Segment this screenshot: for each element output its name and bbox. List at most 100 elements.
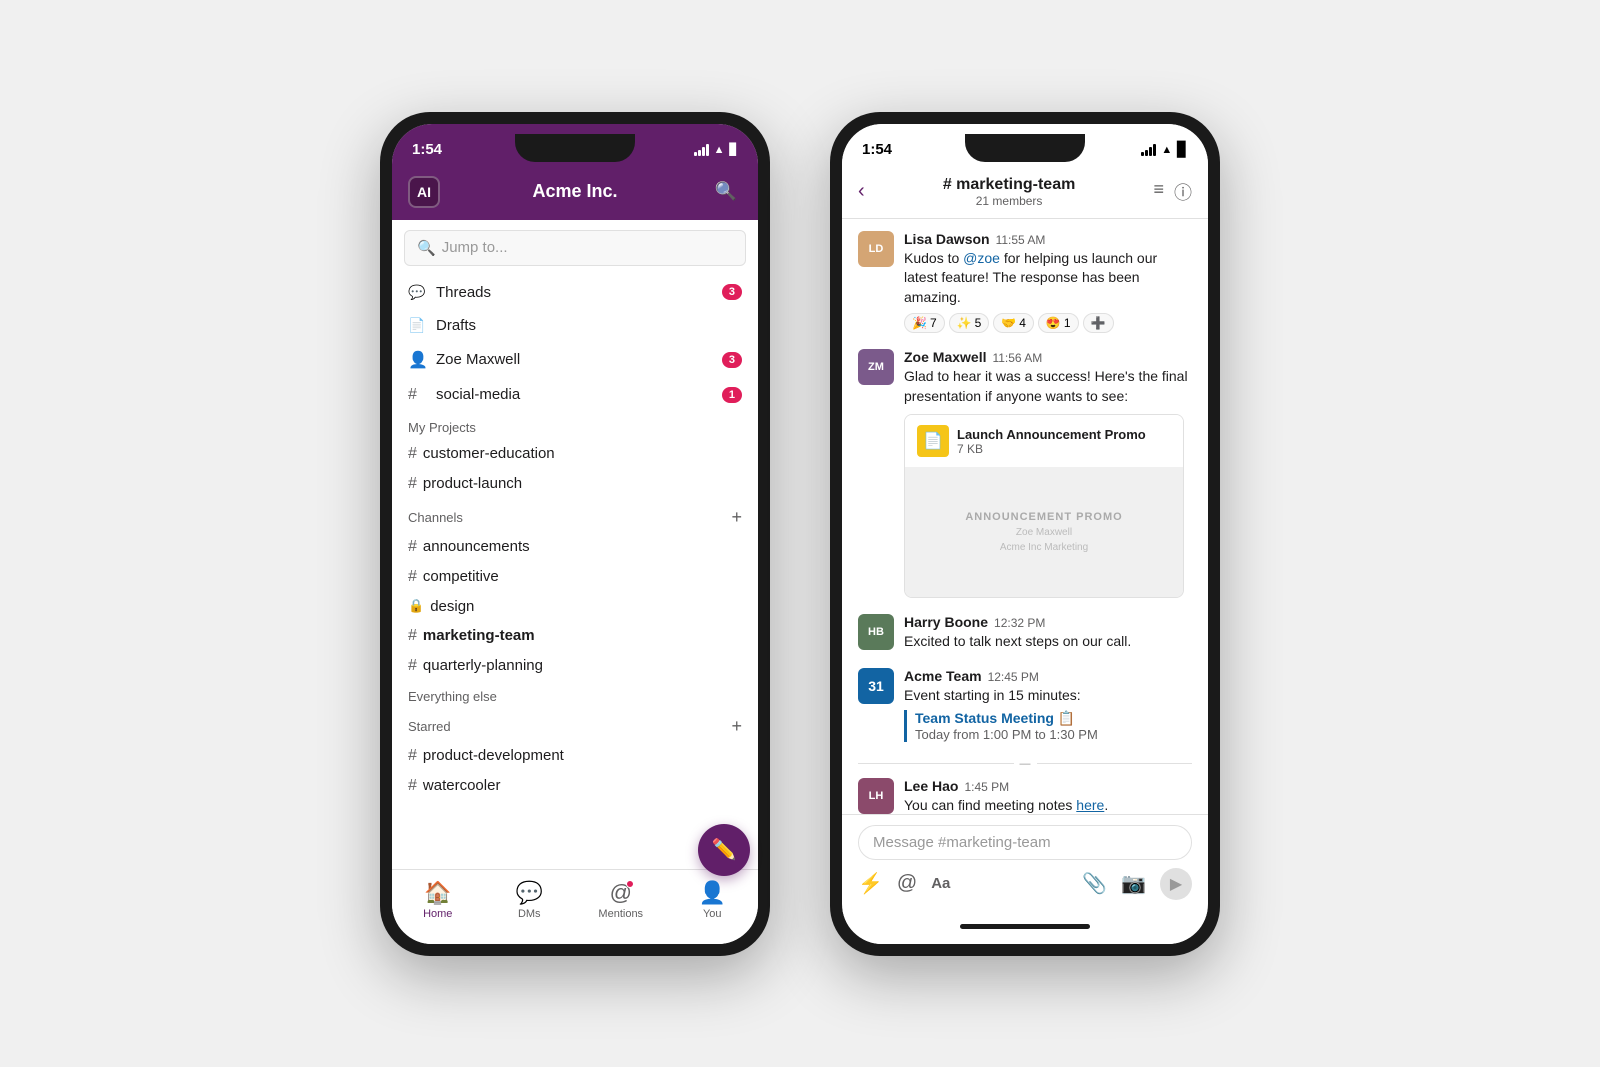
msg-author-lisa: Lisa Dawson	[904, 231, 990, 247]
hash-icon: #	[408, 475, 417, 493]
wifi-icon: ▲	[714, 144, 725, 156]
workspace-logo[interactable]: AI	[408, 176, 440, 208]
dm-zoe-badge: 3	[722, 352, 742, 368]
search-icon: 🔍	[417, 239, 436, 257]
nav-mentions[interactable]: @ Mentions	[575, 876, 667, 924]
search-button[interactable]: 🔍	[710, 176, 742, 208]
channel-name: product-development	[423, 747, 564, 764]
nav-dms[interactable]: 💬 DMs	[484, 876, 576, 924]
home-icon: 🏠	[424, 880, 451, 906]
channel-competitive[interactable]: # competitive	[392, 562, 758, 592]
bottom-navigation: 🏠 Home 💬 DMs @ Mentions 👤 You	[392, 869, 758, 944]
format-button[interactable]: Aa	[931, 875, 950, 892]
channels-section: Channels +	[392, 499, 758, 532]
wifi-icon: ▲	[1161, 144, 1172, 156]
add-reaction-button[interactable]: ➕	[1083, 313, 1114, 333]
channel-name: competitive	[423, 568, 499, 585]
battery-icon: ▊	[1177, 141, 1188, 158]
avatar-lee: LH	[858, 778, 894, 814]
event-time: Today from 1:00 PM to 1:30 PM	[915, 727, 1192, 742]
shortcuts-button[interactable]: ⚡	[858, 871, 883, 896]
msg-content-acme: Acme Team 12:45 PM Event starting in 15 …	[904, 668, 1192, 742]
sidebar-content: 🔍 Jump to... 💬 Threads 3 📄 Drafts 👤 Zoe …	[392, 220, 758, 869]
attach-button[interactable]: 📎	[1082, 871, 1107, 896]
message-input-area: Message #marketing-team ⚡ @ Aa 📎 📷 ▶	[842, 814, 1208, 910]
message-acme: 31 Acme Team 12:45 PM Event starting in …	[858, 668, 1192, 742]
channels-label: Channels	[408, 510, 463, 525]
channel-product-launch[interactable]: # product-launch	[392, 469, 758, 499]
nav-you[interactable]: 👤 You	[667, 876, 759, 924]
info-button[interactable]: ⓘ	[1174, 179, 1192, 205]
mention-button[interactable]: @	[897, 872, 917, 895]
sidebar-item-threads[interactable]: 💬 Threads 3	[392, 276, 758, 309]
reaction-handshake[interactable]: 🤝4	[993, 313, 1034, 333]
dm-zoe-maxwell[interactable]: 👤 Zoe Maxwell 3	[392, 342, 758, 378]
msg-time-zoe: 11:56 AM	[992, 351, 1042, 365]
meeting-notes-link[interactable]: here	[1076, 797, 1104, 813]
avatar-zoe: ZM	[858, 349, 894, 385]
avatar-lisa: LD	[858, 231, 894, 267]
dms-icon: 💬	[516, 880, 543, 906]
channel-product-development[interactable]: # product-development	[392, 741, 758, 771]
hash-icon: #	[408, 747, 417, 765]
channel-quarterly-planning[interactable]: # quarterly-planning	[392, 651, 758, 681]
workspace-name: Acme Inc.	[532, 181, 617, 202]
camera-button[interactable]: 📷	[1121, 871, 1146, 896]
msg-content-zoe: Zoe Maxwell 11:56 AM Glad to hear it was…	[904, 349, 1192, 598]
channel-name: quarterly-planning	[423, 657, 543, 674]
reaction-heart-eyes[interactable]: 😍1	[1038, 313, 1079, 333]
add-channel-button[interactable]: +	[731, 507, 742, 528]
messages-area: LD Lisa Dawson 11:55 AM Kudos to @zoe fo…	[842, 219, 1208, 814]
channel-announcements[interactable]: # announcements	[392, 532, 758, 562]
mentions-icon: @	[610, 880, 632, 906]
channel-customer-education[interactable]: # customer-education	[392, 439, 758, 469]
msg-text-lisa: Kudos to @zoe for helping us launch our …	[904, 249, 1192, 308]
home-indicator	[960, 924, 1090, 929]
file-info: Launch Announcement Promo 7 KB	[957, 427, 1146, 456]
you-icon: 👤	[699, 880, 726, 906]
file-preview-sub2: Acme Inc Marketing	[1000, 542, 1088, 553]
message-input[interactable]: Message #marketing-team	[858, 825, 1192, 860]
msg-header-zoe: Zoe Maxwell 11:56 AM	[904, 349, 1192, 365]
search-bar[interactable]: 🔍 Jump to...	[404, 230, 746, 266]
channel-watercooler[interactable]: # watercooler	[392, 771, 758, 801]
member-list-button[interactable]: ≡	[1153, 179, 1164, 205]
lock-icon: 🔒	[408, 598, 424, 614]
hash-icon: #	[408, 657, 417, 675]
input-actions: ⚡ @ Aa 📎 📷 ▶	[858, 868, 1192, 900]
file-attachment[interactable]: 📄 Launch Announcement Promo 7 KB ANNOUNC…	[904, 414, 1184, 598]
msg-header-acme: Acme Team 12:45 PM	[904, 668, 1192, 684]
reaction-sparkle[interactable]: ✨5	[949, 313, 990, 333]
signal-icon	[694, 144, 709, 156]
back-button[interactable]: ‹	[858, 180, 865, 203]
event-title: Team Status Meeting 📋	[915, 710, 1192, 727]
drafts-icon: 📄	[408, 317, 428, 334]
event-card[interactable]: Team Status Meeting 📋 Today from 1:00 PM…	[904, 710, 1192, 742]
compose-button[interactable]: ✏️	[698, 824, 750, 876]
everything-else-label: Everything else	[408, 689, 497, 704]
message-harry: HB Harry Boone 12:32 PM Excited to talk …	[858, 614, 1192, 652]
msg-author-acme: Acme Team	[904, 668, 982, 684]
file-size: 7 KB	[957, 442, 1146, 456]
projects-label: My Projects	[408, 420, 476, 435]
starred-label: Starred	[408, 719, 451, 734]
message-zoe: ZM Zoe Maxwell 11:56 AM Glad to hear it …	[858, 349, 1192, 598]
reaction-party[interactable]: 🎉7	[904, 313, 945, 333]
workspace-header: AI Acme Inc. 🔍	[392, 168, 758, 220]
nav-home[interactable]: 🏠 Home	[392, 876, 484, 924]
threads-label: Threads	[436, 284, 722, 301]
channel-marketing-team[interactable]: # marketing-team	[392, 621, 758, 651]
msg-author-harry: Harry Boone	[904, 614, 988, 630]
send-button[interactable]: ▶	[1160, 868, 1192, 900]
left-status-icons: ▲ ▊	[694, 143, 738, 156]
msg-text-lee: You can find meeting notes here.	[904, 796, 1192, 814]
mention-zoe[interactable]: @zoe	[963, 250, 1000, 266]
add-starred-button[interactable]: +	[731, 716, 742, 737]
left-time: 1:54	[412, 141, 442, 158]
online-indicator: 👤	[408, 350, 428, 370]
projects-section: My Projects	[392, 412, 758, 439]
channel-design[interactable]: 🔒 design	[392, 592, 758, 621]
sidebar-item-drafts[interactable]: 📄 Drafts	[392, 309, 758, 342]
channel-title: # marketing-team	[875, 176, 1144, 194]
channel-social-media[interactable]: # social-media 1	[392, 378, 758, 412]
